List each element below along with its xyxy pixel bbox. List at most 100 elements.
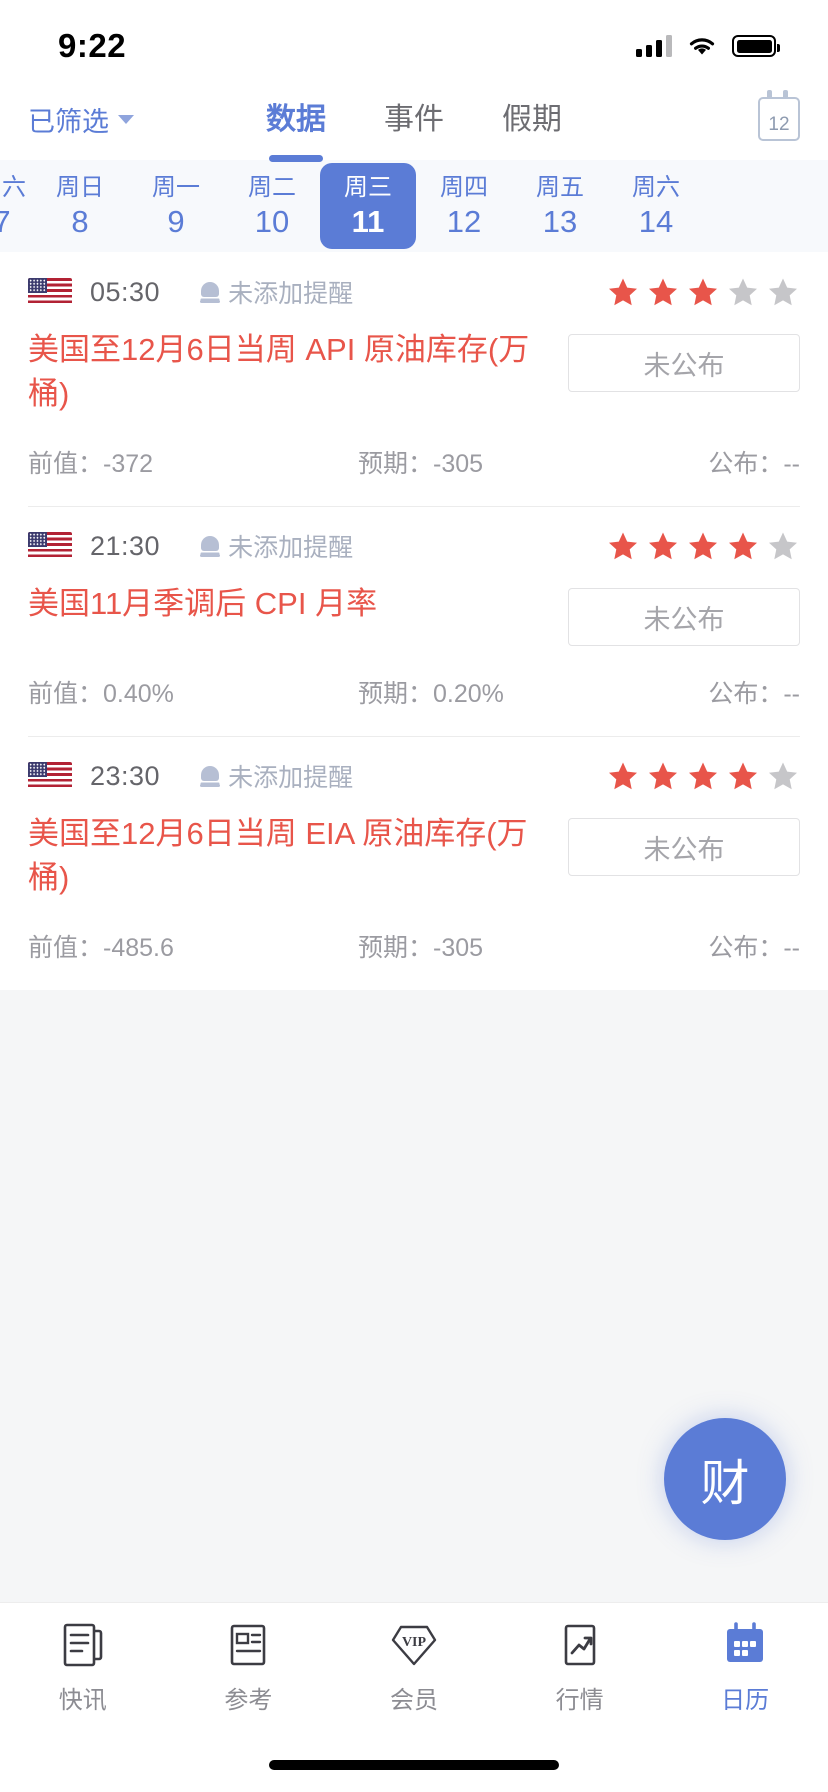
star-icon bbox=[769, 278, 797, 306]
us-flag-icon bbox=[28, 278, 72, 306]
tab-bar-item-news[interactable]: 快讯 bbox=[0, 1621, 166, 1715]
news-list-icon bbox=[59, 1621, 107, 1669]
reminder-toggle[interactable]: 未添加提醒 bbox=[200, 274, 353, 310]
tab-holidays[interactable]: 假期 bbox=[502, 94, 562, 144]
reminder-label: 未添加提醒 bbox=[228, 764, 354, 793]
filter-dropdown[interactable]: 已筛选 bbox=[28, 100, 134, 139]
calendar-icon bbox=[721, 1621, 769, 1669]
status-bar: 9:22 bbox=[0, 0, 828, 78]
tab-bar-item-reference[interactable]: 参考 bbox=[166, 1621, 332, 1715]
tab-bar-item-vip[interactable]: VIP 会员 bbox=[331, 1621, 497, 1715]
date-item-selected[interactable]: 周三 11 bbox=[320, 162, 416, 250]
reminder-toggle[interactable]: 未添加提醒 bbox=[200, 758, 353, 794]
tab-events[interactable]: 事件 bbox=[384, 94, 444, 144]
event-values-row: 前值：0.40% 预期：0.20% 公布：-- bbox=[28, 674, 800, 710]
actual-value: 公布：-- bbox=[708, 680, 800, 709]
tab-bar-label: 快讯 bbox=[58, 1687, 107, 1714]
star-icon bbox=[609, 532, 637, 560]
star-icon bbox=[729, 532, 757, 560]
tab-bar-item-market[interactable]: 行情 bbox=[497, 1621, 663, 1715]
date-item[interactable]: 周二 10 bbox=[224, 165, 320, 248]
reference-card-icon bbox=[224, 1621, 272, 1669]
event-card[interactable]: 21:30 未添加提醒 美国11月季调后 CPI 月率 未公布 前值：0.40%… bbox=[0, 506, 828, 736]
importance-rating bbox=[606, 275, 800, 309]
event-title: 美国至12月6日当周 EIA 原油库存(万桶) bbox=[28, 816, 528, 896]
event-title-row: 美国至12月6日当周 EIA 原油库存(万桶) 未公布 bbox=[28, 812, 800, 900]
bell-icon bbox=[200, 765, 221, 788]
tab-bar-label: 日历 bbox=[721, 1687, 770, 1714]
status-bar-time: 9:22 bbox=[58, 27, 127, 64]
previous-value: 前值：0.40% bbox=[28, 680, 174, 709]
top-nav: 已筛选 数据 事件 假期 12 bbox=[0, 78, 828, 160]
status-bar-indicators bbox=[636, 34, 780, 58]
forecast-value: 预期：-305 bbox=[358, 934, 484, 963]
fab-label: 财 bbox=[700, 1456, 750, 1511]
event-title-row: 美国11月季调后 CPI 月率 未公布 bbox=[28, 582, 800, 647]
filter-label: 已筛选 bbox=[28, 106, 109, 137]
event-time: 23:30 bbox=[90, 760, 161, 791]
event-list: 05:30 未添加提醒 美国至12月6日当周 API 原油库存(万桶) 未公布 … bbox=[0, 252, 828, 991]
event-meta-row: 05:30 未添加提醒 bbox=[28, 274, 800, 310]
event-time: 05:30 bbox=[90, 276, 161, 307]
star-icon bbox=[769, 532, 797, 560]
tab-bar-label: 行情 bbox=[555, 1687, 604, 1714]
date-item[interactable]: 周六 7 bbox=[0, 165, 32, 248]
previous-value: 前值：-485.6 bbox=[28, 934, 174, 963]
date-strip[interactable]: 周六 7 周日 8 周一 9 周二 10 周三 11 周四 12 周五 13 周… bbox=[0, 160, 828, 252]
reminder-toggle[interactable]: 未添加提醒 bbox=[200, 528, 353, 564]
event-meta-row: 21:30 未添加提醒 bbox=[28, 528, 800, 564]
date-item[interactable]: 周四 12 bbox=[416, 165, 512, 248]
nav-tabs: 数据 事件 假期 bbox=[266, 94, 562, 144]
forecast-value: 预期：-305 bbox=[358, 450, 484, 479]
event-meta-row: 23:30 未添加提醒 bbox=[28, 758, 800, 794]
cellular-signal-icon bbox=[636, 35, 672, 57]
wifi-icon bbox=[689, 38, 715, 55]
tab-bar-label: 会员 bbox=[389, 1687, 438, 1714]
date-item[interactable]: 周六 14 bbox=[608, 165, 704, 248]
status-badge[interactable]: 未公布 bbox=[568, 588, 800, 647]
event-title: 美国至12月6日当周 API 原油库存(万桶) bbox=[28, 332, 530, 412]
previous-value: 前值：-372 bbox=[28, 450, 154, 479]
event-values-row: 前值：-372 预期：-305 公布：-- bbox=[28, 444, 800, 480]
date-item[interactable]: 周日 8 bbox=[32, 165, 128, 248]
svg-text:VIP: VIP bbox=[402, 1635, 427, 1650]
us-flag-icon bbox=[28, 532, 72, 561]
bell-icon bbox=[200, 281, 221, 303]
market-trend-icon bbox=[556, 1621, 604, 1669]
forecast-value: 预期：0.20% bbox=[358, 680, 504, 709]
star-icon bbox=[609, 278, 637, 306]
chevron-down-icon bbox=[118, 114, 134, 124]
tab-data[interactable]: 数据 bbox=[266, 94, 326, 144]
date-item[interactable]: 周五 13 bbox=[512, 165, 608, 248]
reminder-label: 未添加提醒 bbox=[228, 534, 354, 563]
tab-bar-item-calendar[interactable]: 日历 bbox=[662, 1621, 828, 1715]
importance-rating bbox=[606, 759, 800, 793]
star-icon bbox=[729, 762, 757, 790]
importance-rating bbox=[606, 529, 800, 563]
floating-action-button[interactable]: 财 bbox=[664, 1418, 786, 1540]
calendar-picker-icon[interactable]: 12 bbox=[758, 90, 800, 141]
event-title: 美国11月季调后 CPI 月率 bbox=[28, 586, 378, 622]
bell-icon bbox=[200, 535, 221, 558]
star-icon bbox=[689, 278, 717, 306]
status-badge[interactable]: 未公布 bbox=[568, 818, 800, 877]
star-icon bbox=[649, 278, 677, 306]
star-icon bbox=[649, 762, 677, 790]
tab-bar-label: 参考 bbox=[224, 1687, 273, 1714]
event-card[interactable]: 23:30 未添加提醒 美国至12月6日当周 EIA 原油库存(万桶) 未公布 … bbox=[0, 736, 828, 990]
empty-area: 财 bbox=[0, 990, 828, 1602]
home-indicator bbox=[0, 1738, 828, 1792]
event-card[interactable]: 05:30 未添加提醒 美国至12月6日当周 API 原油库存(万桶) 未公布 … bbox=[0, 252, 828, 506]
status-badge[interactable]: 未公布 bbox=[568, 334, 800, 392]
bottom-tab-bar: 快讯 参考 VIP 会员 行情 日历 bbox=[0, 1602, 828, 1738]
event-title-row: 美国至12月6日当周 API 原油库存(万桶) 未公布 bbox=[28, 328, 800, 416]
star-icon bbox=[769, 762, 797, 790]
date-item[interactable]: 周一 9 bbox=[128, 165, 224, 248]
star-icon bbox=[729, 278, 757, 306]
star-icon bbox=[609, 762, 637, 790]
us-flag-icon bbox=[28, 762, 72, 791]
battery-icon bbox=[732, 35, 780, 57]
actual-value: 公布：-- bbox=[708, 934, 800, 963]
calendar-picker-label: 12 bbox=[768, 114, 790, 135]
actual-value: 公布：-- bbox=[708, 450, 800, 479]
